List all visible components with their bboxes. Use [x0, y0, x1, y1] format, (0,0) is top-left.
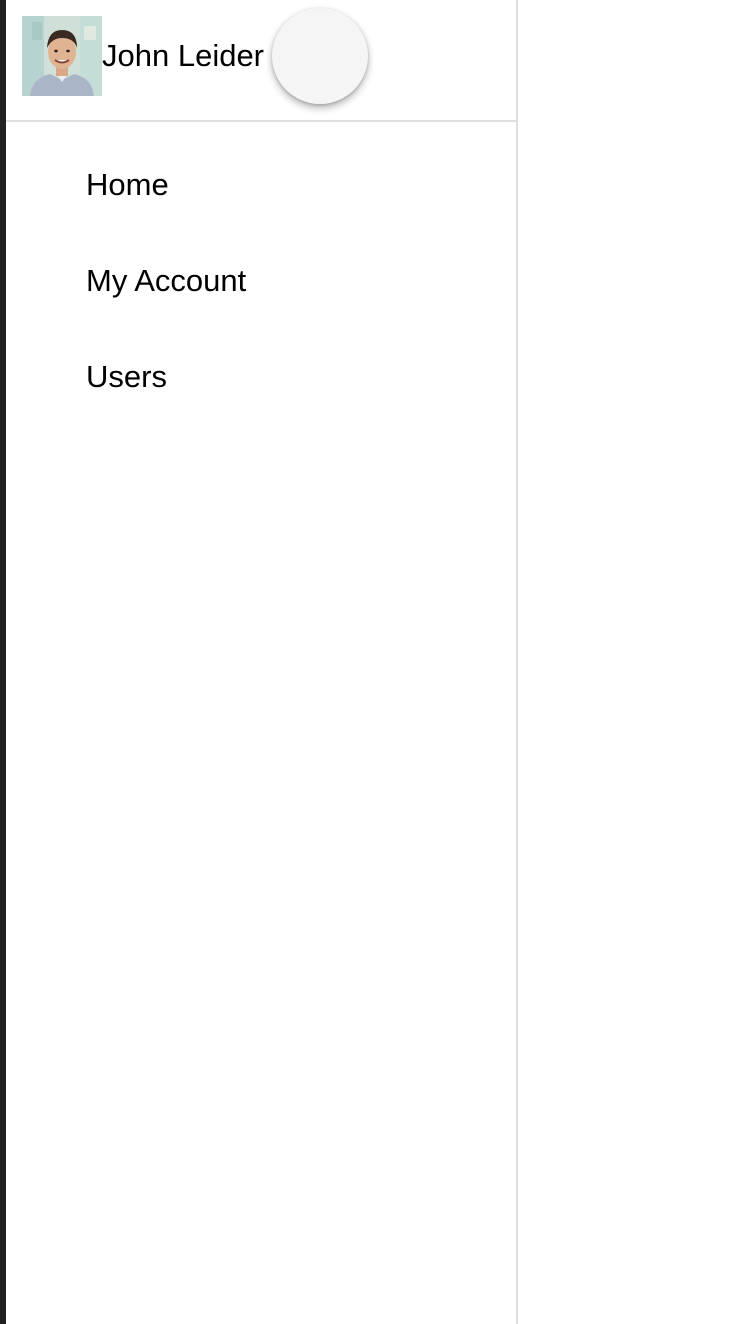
nav-item-home[interactable]: Home — [6, 137, 516, 233]
user-avatar[interactable] — [22, 16, 102, 96]
avatar-photo-icon — [22, 16, 102, 96]
nav-item-my-account[interactable]: My Account — [6, 233, 516, 329]
navigation-drawer: John Leider Home My Account Users — [6, 0, 518, 1324]
drawer-header: John Leider — [6, 0, 516, 122]
floating-action-button[interactable] — [272, 8, 368, 104]
main-content-area — [518, 0, 754, 1324]
nav-list: Home My Account Users — [6, 137, 516, 425]
nav-item-users[interactable]: Users — [6, 329, 516, 425]
user-name: John Leider — [102, 38, 265, 73]
